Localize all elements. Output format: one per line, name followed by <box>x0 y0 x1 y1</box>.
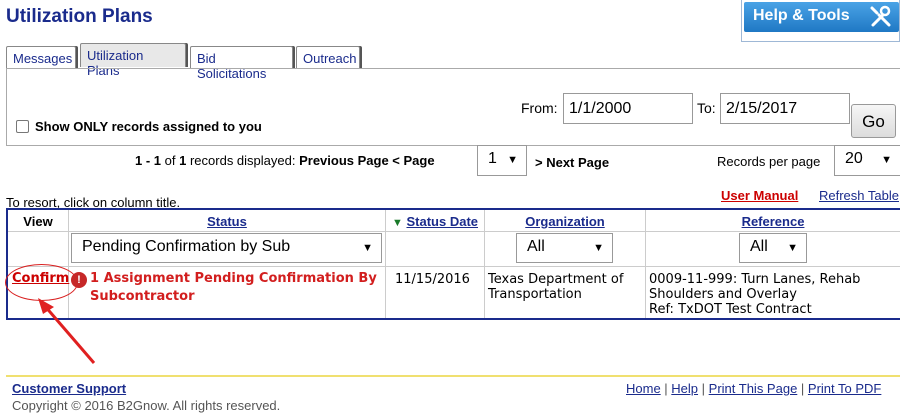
refresh-table-link[interactable]: Refresh Table <box>819 188 899 203</box>
row-reference: 0009-11-999: Turn Lanes, Rehab Shoulders… <box>649 272 899 317</box>
row-organization: Texas Department of Transportation <box>488 272 624 302</box>
chevron-down-icon: ▼ <box>362 242 373 254</box>
record-total: 1 <box>179 153 187 168</box>
page-select-value: 1 <box>488 150 497 167</box>
records-per-page-select[interactable]: 20 ▼ <box>834 145 900 176</box>
chevron-down-icon: ▼ <box>881 154 892 166</box>
go-button[interactable]: Go <box>851 104 896 138</box>
row-status-date: 11/15/2016 <box>395 272 470 287</box>
header-reference[interactable]: Reference <box>646 214 900 229</box>
tab-outreach[interactable]: Outreach <box>296 46 360 68</box>
organization-filter-select[interactable]: All ▼ <box>516 233 613 263</box>
chevron-down-icon: ▼ <box>593 242 604 254</box>
records-per-page-value: 20 <box>845 150 863 167</box>
assigned-only-label: Show ONLY records assigned to you <box>35 119 262 134</box>
help-tools-panel: Help & Tools <box>741 0 900 42</box>
footer-link-home[interactable]: Home <box>626 381 661 396</box>
sort-desc-icon: ▼ <box>391 217 403 229</box>
user-manual-link[interactable]: User Manual <box>721 188 798 203</box>
help-tools-label: Help & Tools <box>753 7 850 24</box>
from-label: From: <box>521 100 558 116</box>
chevron-down-icon: ▼ <box>787 242 798 254</box>
row-status: 1 Assignment Pending Confirmation By Sub… <box>90 271 377 304</box>
footer-link-help[interactable]: Help <box>671 381 698 396</box>
reference-filter-select[interactable]: All ▼ <box>739 233 807 263</box>
status-filter-value: Pending Confirmation by Sub <box>82 238 291 255</box>
annotation-arrow <box>38 298 96 364</box>
assigned-only-checkbox[interactable] <box>16 120 29 133</box>
records-per-page-label: Records per page <box>717 154 821 169</box>
reference-filter-value: All <box>750 238 768 255</box>
copyright: Copyright © 2016 B2Gnow. All rights rese… <box>12 398 281 413</box>
from-date-input[interactable]: 1/1/2000 <box>563 93 693 124</box>
next-page-link[interactable]: > Next Page <box>535 155 609 170</box>
tab-messages[interactable]: Messages <box>6 46 76 68</box>
footer-link-pdf[interactable]: Print To PDF <box>808 381 881 396</box>
record-range: 1 - 1 of 1 records displayed: Previous P… <box>135 153 435 168</box>
page-select[interactable]: 1 ▼ <box>477 145 527 176</box>
reference-line: 0009-11-999: Turn Lanes, Rehab <box>649 272 861 287</box>
tab-utilization-plans[interactable]: Utilization Plans <box>80 43 186 78</box>
footer-links: Home | Help | Print This Page | Print To… <box>626 381 882 396</box>
tab-bid-solicitations[interactable]: Bid Solicitations <box>190 46 293 81</box>
help-tools-button[interactable]: Help & Tools <box>744 2 899 32</box>
page-title: Utilization Plans <box>6 6 153 27</box>
header-view: View <box>23 214 53 229</box>
record-of: of <box>164 153 176 168</box>
status-filter-select[interactable]: Pending Confirmation by Sub ▼ <box>71 233 382 263</box>
organization-filter-value: All <box>527 238 545 255</box>
footer-divider <box>6 375 900 377</box>
alert-icon: ! <box>71 272 87 288</box>
header-status[interactable]: Status <box>69 214 385 229</box>
chevron-down-icon: ▼ <box>507 154 518 166</box>
records-displayed-label: records displayed: <box>189 153 296 168</box>
customer-support-link[interactable]: Customer Support <box>12 381 126 396</box>
tools-icon <box>870 5 891 27</box>
header-status-date-label: Status Date <box>406 214 479 229</box>
header-status-date[interactable]: ▼ Status Date <box>386 214 484 229</box>
to-label: To: <box>697 100 716 116</box>
header-organization[interactable]: Organization <box>485 214 645 229</box>
record-range-value: 1 - 1 <box>135 153 162 168</box>
previous-page-link[interactable]: Previous Page < Page <box>299 153 434 168</box>
to-date-input[interactable]: 2/15/2017 <box>720 93 850 124</box>
reference-line: Shoulders and Overlay <box>649 287 797 302</box>
reference-line: Ref: TxDOT Test Contract <box>649 302 812 317</box>
footer-link-print[interactable]: Print This Page <box>709 381 798 396</box>
